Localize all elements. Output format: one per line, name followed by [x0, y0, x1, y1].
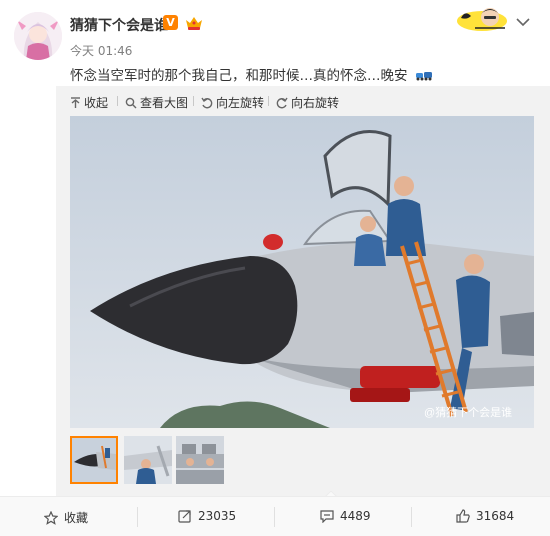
repost-button[interactable]: 23035	[178, 509, 236, 523]
thumb-up-icon	[456, 509, 470, 523]
media-toolbar: 收起 查看大图 向左旋转 向右旋转	[56, 86, 550, 116]
action-divider	[137, 507, 138, 527]
toolbar-divider	[117, 96, 118, 106]
rotate-left-button[interactable]: 向左旋转	[201, 94, 264, 111]
action-bar: 收藏 23035 4489 31684	[0, 496, 550, 536]
thumbnail-1[interactable]	[70, 436, 118, 484]
favorite-button[interactable]: 收藏	[44, 509, 88, 526]
favorite-label: 收藏	[64, 511, 89, 525]
collapse-button[interactable]: 收起	[70, 94, 108, 111]
rotate-left-icon	[201, 97, 213, 108]
rotate-right-button[interactable]: 向右旋转	[276, 94, 339, 111]
toolbar-divider	[193, 96, 194, 106]
repost-icon	[178, 510, 191, 523]
comment-icon	[320, 510, 334, 523]
thumbnail-2[interactable]	[124, 436, 172, 484]
view-large-label: 查看大图	[140, 96, 189, 110]
magnifier-icon	[125, 97, 137, 108]
main-photo[interactable]: @猜猜下个会是谁	[70, 116, 534, 428]
comment-count: 4489	[340, 509, 371, 523]
chevron-down-icon[interactable]	[516, 12, 530, 27]
cars-emoji-icon	[415, 70, 433, 82]
rotate-right-label: 向右旋转	[291, 96, 340, 110]
post-text-content: 怀念当空军时的那个我自己，和那时候…真的怀念…晚安	[70, 68, 408, 84]
rotate-right-icon	[276, 97, 288, 108]
action-divider	[274, 507, 275, 527]
collapse-icon	[71, 96, 80, 108]
media-panel: 收起 查看大图 向左旋转 向右旋转 @猜猜下个会是谁	[56, 86, 550, 496]
user-avatar[interactable]	[14, 12, 62, 60]
comment-button[interactable]: 4489	[320, 509, 371, 523]
repost-count: 23035	[198, 509, 237, 523]
like-count: 31684	[476, 509, 515, 523]
toolbar-divider	[268, 96, 269, 106]
post-text: 怀念当空军时的那个我自己，和那时候…真的怀念…晚安	[70, 64, 433, 84]
action-divider	[411, 507, 412, 527]
view-large-button[interactable]: 查看大图	[125, 94, 188, 111]
collapse-label: 收起	[84, 96, 109, 110]
post-time[interactable]: 今天 01:46	[70, 42, 132, 59]
thumbnail-3[interactable]	[176, 436, 224, 484]
user-name[interactable]: 猜猜下个会是谁	[70, 15, 168, 35]
like-button[interactable]: 31684	[456, 509, 514, 523]
crown-icon[interactable]	[184, 14, 204, 31]
rotate-left-label: 向左旋转	[216, 96, 265, 110]
decoration-card-icon[interactable]	[455, 4, 510, 34]
photo-watermark: @猜猜下个会是谁	[424, 406, 512, 419]
verified-badge: V	[163, 15, 178, 30]
star-icon	[44, 510, 58, 525]
weibo-post: 猜猜下个会是谁 V 今天 01:46 怀念当空军时的那个我自己，和那时候…真的怀…	[0, 0, 550, 536]
